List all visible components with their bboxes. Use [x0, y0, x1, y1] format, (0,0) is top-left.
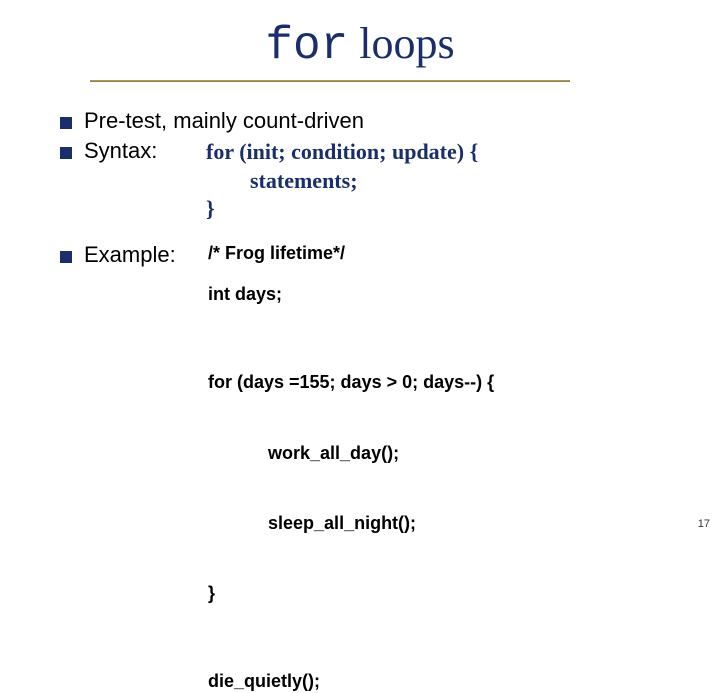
bullet-example: Example: /* Frog lifetime*/ int days; fo… — [60, 242, 720, 693]
example-block: /* Frog lifetime*/ int days; for (days =… — [194, 242, 494, 693]
syntax-line-2: statements; — [206, 167, 478, 196]
bullet-syntax-label: Syntax: — [84, 138, 194, 164]
bullet-pretest: Pre-test, mainly count-driven — [60, 108, 720, 134]
syntax-block: for (init; condition; update) { statemen… — [194, 138, 478, 224]
title-code-word: for — [265, 20, 348, 72]
bullet-icon — [60, 251, 72, 263]
syntax-line-3: } — [206, 195, 478, 224]
bullet-icon — [60, 147, 72, 159]
slide-title: for loops — [0, 18, 720, 72]
syntax-line-1: for (init; condition; update) { — [206, 138, 478, 167]
title-rest: loops — [348, 19, 454, 68]
example-decl: int days; — [208, 283, 494, 306]
bullet-syntax: Syntax: for (init; condition; update) { … — [60, 138, 720, 224]
bullet-pretest-label: Pre-test, mainly count-driven — [84, 108, 364, 134]
slide-title-wrap: for loops — [0, 0, 720, 82]
example-loop-line-1: for (days =155; days > 0; days--) { — [208, 371, 494, 394]
slide-content: Pre-test, mainly count-driven Syntax: fo… — [0, 82, 720, 693]
example-loop-line-4: } — [208, 582, 494, 605]
page-number: 17 — [698, 518, 710, 530]
example-loop: for (days =155; days > 0; days--) { work… — [208, 325, 494, 652]
example-final: die_quietly(); — [208, 670, 494, 693]
example-loop-line-3: sleep_all_night(); — [208, 512, 494, 535]
example-comment: /* Frog lifetime*/ — [208, 242, 494, 265]
example-loop-line-2: work_all_day(); — [208, 442, 494, 465]
bullet-example-label: Example: — [84, 242, 194, 268]
bullet-icon — [60, 117, 72, 129]
